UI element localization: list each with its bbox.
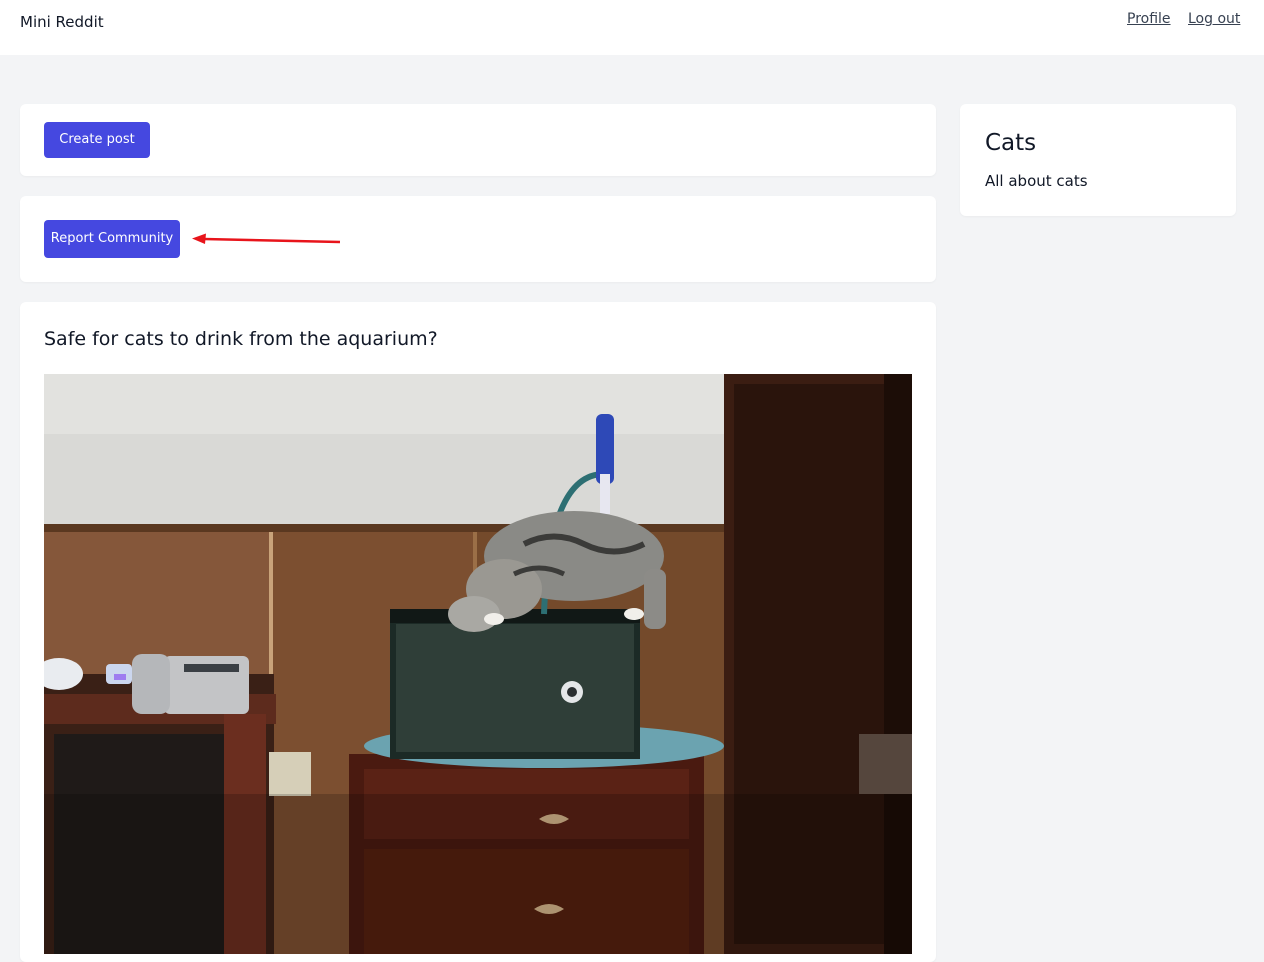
community-name: Cats xyxy=(985,130,1037,156)
top-navbar: Mini Reddit Profile Log out xyxy=(0,0,1264,55)
logout-link[interactable]: Log out xyxy=(1188,11,1240,27)
community-info-card: Cats All about cats xyxy=(960,104,1236,216)
post-card: Safe for cats to drink from the aquarium… xyxy=(20,302,936,962)
create-post-button[interactable]: Create post xyxy=(44,122,150,158)
site-brand[interactable]: Mini Reddit xyxy=(20,13,104,31)
community-description: All about cats xyxy=(985,172,1088,190)
post-image[interactable] xyxy=(44,374,912,954)
profile-link[interactable]: Profile xyxy=(1127,11,1171,27)
create-post-card: Create post xyxy=(20,104,936,176)
annotation-arrow xyxy=(192,233,341,244)
report-community-button[interactable]: Report Community xyxy=(44,220,180,258)
post-title[interactable]: Safe for cats to drink from the aquarium… xyxy=(44,328,438,350)
report-community-card: Report Community xyxy=(20,196,936,282)
